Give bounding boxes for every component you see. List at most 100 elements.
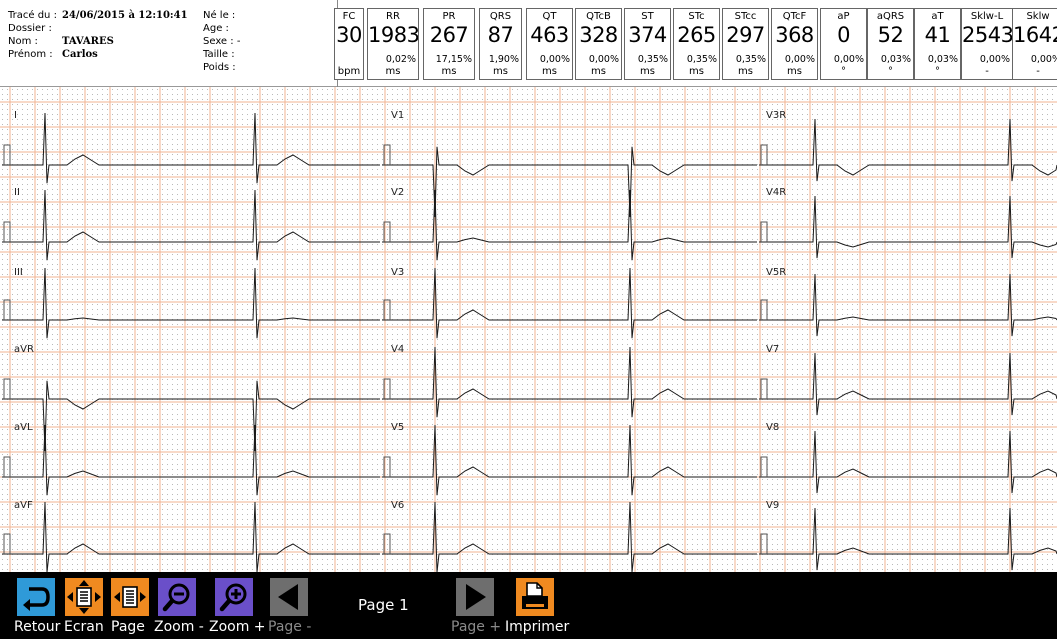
measure-label: aT (931, 11, 944, 22)
measure-unit: ms (385, 66, 401, 77)
measure-unit: ms (591, 66, 606, 77)
measure-qt: QT 463 0,00% ms (526, 8, 573, 80)
measure-unit: ms (787, 66, 802, 77)
measure-value: 30 (336, 23, 362, 47)
measure-percent: 17,15% (435, 54, 472, 65)
lead-label-ii: II (14, 187, 20, 198)
measure-percent: 1,90% (488, 54, 519, 65)
lead-label-v1: V1 (391, 110, 404, 121)
measure-label: RR (386, 11, 400, 22)
measure-percent: 0,35% (686, 54, 717, 65)
age-label: Age : (203, 23, 229, 34)
measure-value: 368 (775, 23, 814, 47)
measure-label: QRS (489, 11, 512, 22)
measure-ap: aP 0 0,00% ° (820, 8, 867, 80)
measure-percent: 0,35% (735, 54, 766, 65)
zoom-in-button[interactable] (215, 578, 253, 616)
measure-value: 463 (530, 23, 569, 47)
measure-unit: ms (441, 66, 457, 77)
measure-rr: RR 1983 0,02% ms (367, 8, 419, 80)
measure-label: Sklw-L (970, 11, 1004, 22)
measure-at: aT 41 0,03% ° (914, 8, 961, 80)
measure-percent: 0,00% (1030, 54, 1057, 65)
retour-button[interactable] (17, 578, 55, 616)
header-panel: Tracé du : 24/06/2015 à 12:10:41 Dossier… (0, 0, 1057, 87)
page-previous-button[interactable] (270, 578, 308, 616)
ecran-button[interactable] (65, 578, 103, 616)
measure-value: 297 (726, 23, 765, 47)
measure-unit: ms (542, 66, 557, 77)
measure-qrs: QRS 87 1,90% ms (479, 8, 522, 80)
measure-label: QT (542, 11, 557, 22)
lead-label-avr: aVR (14, 344, 34, 355)
measure-qtcf: QTcF 368 0,00% ms (771, 8, 818, 80)
lead-label-avl: aVL (14, 422, 33, 433)
measure-unit: ° (888, 66, 893, 77)
measure-label: Sklw (1026, 11, 1050, 22)
lead-label-v6: V6 (391, 500, 404, 511)
trace-label: Tracé du : (8, 10, 57, 21)
measure-value: 1983 (368, 23, 419, 47)
measure-percent: 0,00% (588, 54, 619, 65)
page-next-button[interactable] (456, 578, 494, 616)
nom-label: Nom : (8, 36, 38, 47)
measure-qtcb: QTcB 328 0,00% ms (575, 8, 622, 80)
page-minus-label[interactable]: Page - (268, 619, 311, 635)
measure-label: STc (688, 11, 705, 22)
measure-unit: bpm (337, 66, 361, 77)
measure-value: 52 (877, 23, 904, 47)
measure-sklw: Sklw1642 0,00%- (1012, 8, 1057, 80)
measure-unit: ms (493, 66, 508, 77)
lead-label-avf: aVF (14, 500, 33, 511)
measure-aqrs: aQRS 52 0,03% ° (867, 8, 914, 80)
printer-icon (522, 582, 548, 609)
ecg-chart-area: I II III aVR aVL aVF V1 V2 V3 V4 V5 V6 V3R V4R V5R V7 V8… (0, 87, 1057, 572)
arrow-right-icon (466, 584, 486, 610)
fit-page-icon (114, 586, 146, 608)
dossier-label: Dossier : (8, 23, 52, 34)
lead-label-v2: V2 (391, 187, 404, 198)
measure-unit: - (985, 66, 989, 77)
prenom-label: Prénom : (8, 49, 53, 60)
measure-value: 265 (677, 23, 716, 47)
measure-unit: ms (689, 66, 704, 77)
measure-value: 0 (837, 23, 850, 47)
measure-label: ST (641, 11, 654, 22)
measure-value: 87 (487, 23, 514, 47)
imprimer-button[interactable] (516, 578, 554, 616)
measure-percent: 0,00% (784, 54, 815, 65)
measure-label: QTcB (586, 11, 611, 22)
measure-label: PR (442, 11, 456, 22)
measure-percent: 0,03% (927, 54, 958, 65)
zoom-out-button[interactable] (158, 578, 196, 616)
lead-label-v3r: V3R (766, 110, 786, 121)
measure-unit: ° (841, 66, 846, 77)
nom-value: TAVARES (62, 36, 114, 47)
patient-info: Tracé du : 24/06/2015 à 12:10:41 Dossier… (8, 0, 338, 87)
ecran-label[interactable]: Ecran (64, 619, 104, 635)
zoom-minus-label[interactable]: Zoom - (154, 619, 204, 635)
page-button[interactable] (111, 578, 149, 616)
page-label[interactable]: Page (111, 619, 145, 635)
zoom-plus-label[interactable]: Zoom + (209, 619, 266, 635)
measure-label: QTcF (782, 11, 807, 22)
page-plus-label[interactable]: Page + (451, 619, 501, 635)
measure-percent: 0,03% (880, 54, 911, 65)
zoom-out-icon (162, 583, 190, 612)
measure-unit: - (1036, 66, 1040, 77)
retour-label[interactable]: Retour (14, 619, 60, 635)
lead-label-v3: V3 (391, 267, 404, 278)
measure-value: 1642 (1013, 23, 1057, 47)
imprimer-label[interactable]: Imprimer (505, 619, 569, 635)
measure-percent: 0,00% (539, 54, 570, 65)
measure-fc: FC 30 bpm (334, 8, 364, 80)
measure-unit: ° (935, 66, 940, 77)
sexe-label: Sexe : - (203, 36, 241, 47)
poids-label: Poids : (203, 62, 236, 73)
lead-label-v9: V9 (766, 500, 779, 511)
arrow-left-icon (278, 584, 298, 610)
measure-stc: STc 265 0,35% ms (673, 8, 720, 80)
lead-label-v7: V7 (766, 344, 779, 355)
measure-value: 41 (924, 23, 951, 47)
prenom-value: Carlos (62, 49, 98, 60)
